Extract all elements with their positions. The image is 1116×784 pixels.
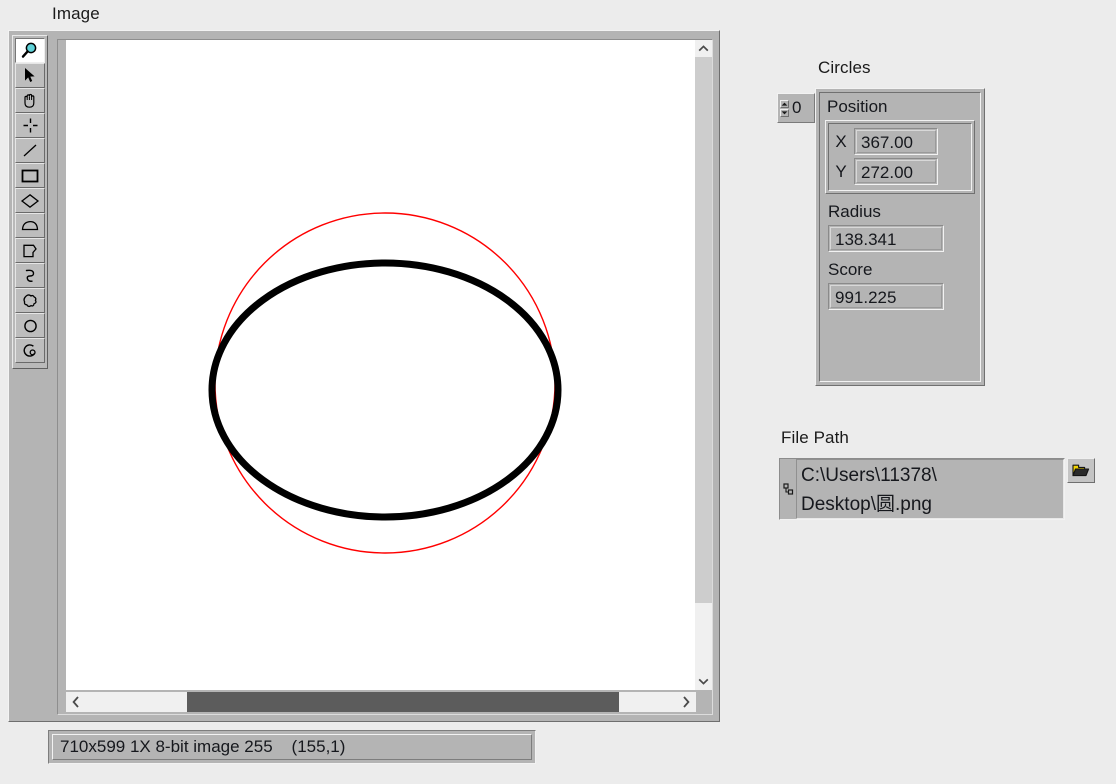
position-x-value: 367.00: [856, 130, 936, 153]
position-y-value: 272.00: [856, 160, 936, 183]
position-group: X 367.00 Y 272.00: [825, 120, 975, 194]
annulus-tool[interactable]: [15, 338, 45, 363]
tool-palette: [12, 35, 48, 369]
image-horizontal-scrollbar[interactable]: [66, 692, 696, 712]
score-label: Score: [828, 260, 873, 279]
folder-icon: [1072, 464, 1090, 477]
position-y-label: Y: [835, 161, 847, 181]
file-path-control[interactable]: C:\Users\11378\ Desktop\圆.png: [779, 458, 1065, 520]
radius-field[interactable]: 138.341: [828, 225, 944, 252]
path-symbol-icon: [780, 459, 796, 519]
circle-tool[interactable]: [15, 313, 45, 338]
position-x-field[interactable]: 367.00: [854, 128, 938, 155]
browse-folder-button[interactable]: [1067, 458, 1095, 483]
image-display-panel: [8, 30, 720, 722]
freehand-tool[interactable]: [15, 263, 45, 288]
selection-arrow-tool[interactable]: [15, 63, 45, 88]
radius-label: Radius: [828, 202, 881, 221]
circle-index-stepper[interactable]: 0: [777, 93, 815, 123]
position-x-row: X 367.00: [834, 128, 966, 155]
scroll-left-arrow[interactable]: [66, 692, 86, 712]
oval-arc-tool[interactable]: [15, 213, 45, 238]
scroll-right-arrow[interactable]: [676, 692, 696, 712]
stepper-arrows: [778, 94, 790, 122]
pan-hand-tool[interactable]: [15, 88, 45, 113]
scroll-down-arrow[interactable]: [695, 673, 712, 690]
line-tool[interactable]: [15, 138, 45, 163]
position-y-field[interactable]: 272.00: [854, 158, 938, 185]
blob-tool[interactable]: [15, 288, 45, 313]
stepper-decrement-arrow[interactable]: [780, 108, 789, 117]
rotated-rectangle-tool[interactable]: [15, 188, 45, 213]
image-canvas[interactable]: [66, 40, 696, 690]
radius-value: 138.341: [830, 227, 942, 250]
vertical-scroll-thumb[interactable]: [695, 57, 712, 603]
position-x-label: X: [835, 131, 847, 151]
rectangle-tool[interactable]: [15, 163, 45, 188]
position-label: Position: [827, 97, 888, 116]
circle-index-value[interactable]: 0: [790, 94, 814, 122]
file-path-label: File Path: [781, 428, 849, 447]
zoom-tool[interactable]: [15, 38, 45, 63]
scroll-up-arrow[interactable]: [695, 40, 712, 57]
image-viewport: [57, 39, 713, 715]
polygon-tool[interactable]: [15, 238, 45, 263]
image-panel-title: Image: [52, 4, 100, 23]
status-bar-text: 710x599 1X 8-bit image 255 (155,1): [60, 737, 346, 756]
score-field[interactable]: 991.225: [828, 283, 944, 310]
position-y-row: Y 272.00: [834, 158, 966, 185]
circles-cluster: Position X 367.00 Y 272.00 Radius 138.34…: [815, 88, 985, 386]
image-vertical-scrollbar[interactable]: [695, 40, 712, 690]
horizontal-scroll-thumb[interactable]: [187, 692, 619, 712]
score-value: 991.225: [830, 285, 942, 308]
circles-panel-title: Circles: [818, 58, 871, 77]
image-status-bar: 710x599 1X 8-bit image 255 (155,1): [48, 730, 536, 764]
point-tool[interactable]: [15, 113, 45, 138]
stepper-increment-arrow[interactable]: [780, 99, 789, 108]
file-path-value[interactable]: C:\Users\11378\ Desktop\圆.png: [796, 459, 1064, 519]
